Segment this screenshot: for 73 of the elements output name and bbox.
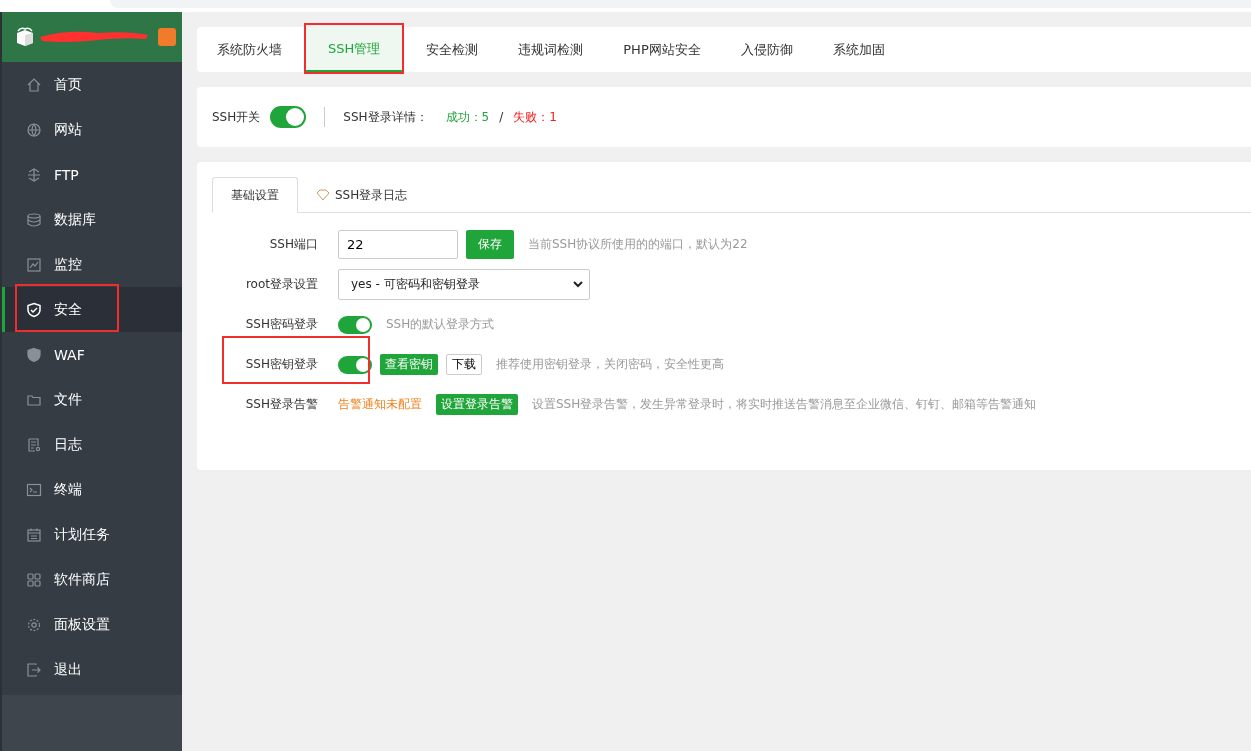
sidebar-label: 网站 [54, 120, 82, 139]
sidebar-item[interactable]: 退出 [2, 647, 182, 692]
tab[interactable]: 安全检测 [410, 27, 495, 72]
subtab[interactable]: 基础设置 [212, 177, 298, 213]
setting-label: SSH密码登录 [244, 316, 318, 333]
sidebar-item[interactable]: FTP [2, 152, 182, 197]
sidebar-label: FTP [54, 166, 79, 183]
download-button[interactable]: 下载 [446, 354, 482, 375]
root-login-select[interactable]: yes - 可密码和密钥登录 [338, 269, 590, 300]
sidebar-label: 数据库 [54, 210, 96, 229]
sidebar-item[interactable]: 监控 [2, 242, 182, 287]
tab[interactable]: 入侵防御 [724, 27, 809, 72]
port-field[interactable]: 22 [338, 230, 458, 259]
success-count: 成功：5 [445, 108, 490, 126]
sidebar-label: WAF [54, 346, 85, 363]
sidebar-item[interactable]: 面板设置 [2, 602, 182, 647]
sidebar-label: 首页 [54, 75, 82, 94]
sidebar-label: 终端 [54, 480, 82, 499]
details-label: SSH登录详情： [343, 108, 428, 126]
sidebar-label: 退出 [54, 660, 82, 679]
home-icon [26, 76, 42, 93]
globe-icon [26, 121, 42, 138]
sidebar-label: 软件商店 [54, 570, 110, 589]
exit-icon [26, 661, 42, 678]
sidebar-label: 日志 [54, 435, 82, 454]
diamond-icon [316, 189, 330, 201]
toggle-switch[interactable] [270, 106, 307, 128]
calendar-icon [26, 526, 42, 543]
tab[interactable]: 违规词检测 [502, 27, 600, 72]
sidebar-label: 面板设置 [54, 615, 110, 634]
subtab[interactable]: SSH登录日志 [298, 177, 426, 213]
terminal-icon [26, 481, 42, 498]
sidebar-item[interactable]: WAF [2, 332, 182, 377]
sidebar-label: 计划任务 [54, 525, 110, 544]
hint-text: SSH的默认登录方式 [386, 316, 495, 333]
setting-label: root登录设置 [244, 276, 318, 293]
caret-icon [573, 281, 583, 288]
hint-text: 当前SSH协议所使用的的端口，默认为22 [528, 236, 748, 253]
sidebar-label: 安全 [54, 300, 82, 319]
warning-text: 告警通知未配置 [338, 396, 422, 413]
switch-label: SSH开关 [212, 108, 261, 126]
cube-logo-icon [16, 27, 34, 47]
chart-icon [26, 256, 42, 273]
gear-icon [26, 616, 42, 633]
sidebar-label: 文件 [54, 390, 82, 409]
sidebar-item[interactable]: 安全 [2, 287, 182, 332]
hint-text: 推荐使用密钥登录，关闭密码，安全性更高 [496, 356, 724, 373]
database-icon [26, 211, 42, 228]
sidebar-item[interactable]: 数据库 [2, 197, 182, 242]
setting-label: SSH端口 [268, 236, 318, 253]
sidebar-item[interactable]: 日志 [2, 422, 182, 467]
toggle-switch[interactable] [338, 315, 372, 334]
sidebar-item[interactable]: 终端 [2, 467, 182, 512]
sidebar-item[interactable]: 文件 [2, 377, 182, 422]
setting-label: SSH登录告警 [244, 396, 318, 413]
setting-label: SSH密钥登录 [244, 356, 318, 373]
toggle-switch[interactable] [338, 355, 372, 374]
log-icon [26, 436, 42, 453]
separator: / [499, 110, 504, 124]
ftp-icon [26, 166, 42, 183]
grid-icon [26, 571, 42, 588]
sidebar-label: 监控 [54, 255, 82, 274]
failure-count: 失败：1 [513, 108, 557, 126]
shield-icon [26, 301, 42, 318]
sidebar-item[interactable]: 网站 [2, 107, 182, 152]
sidebar-item[interactable]: 软件商店 [2, 557, 182, 602]
tab[interactable]: 系统加固 [816, 27, 901, 72]
tab[interactable]: PHP网站安全 [607, 27, 717, 72]
waf-icon [26, 346, 42, 363]
sidebar-item[interactable]: 计划任务 [2, 512, 182, 557]
sidebar-item[interactable]: 首页 [2, 62, 182, 107]
hint-text: 设置SSH登录告警，发生异常登录时，将实时推送告警消息至企业微信、钉钉、邮箱等告警通知 [532, 396, 1037, 413]
tab[interactable]: 系统防火墙 [201, 27, 298, 72]
